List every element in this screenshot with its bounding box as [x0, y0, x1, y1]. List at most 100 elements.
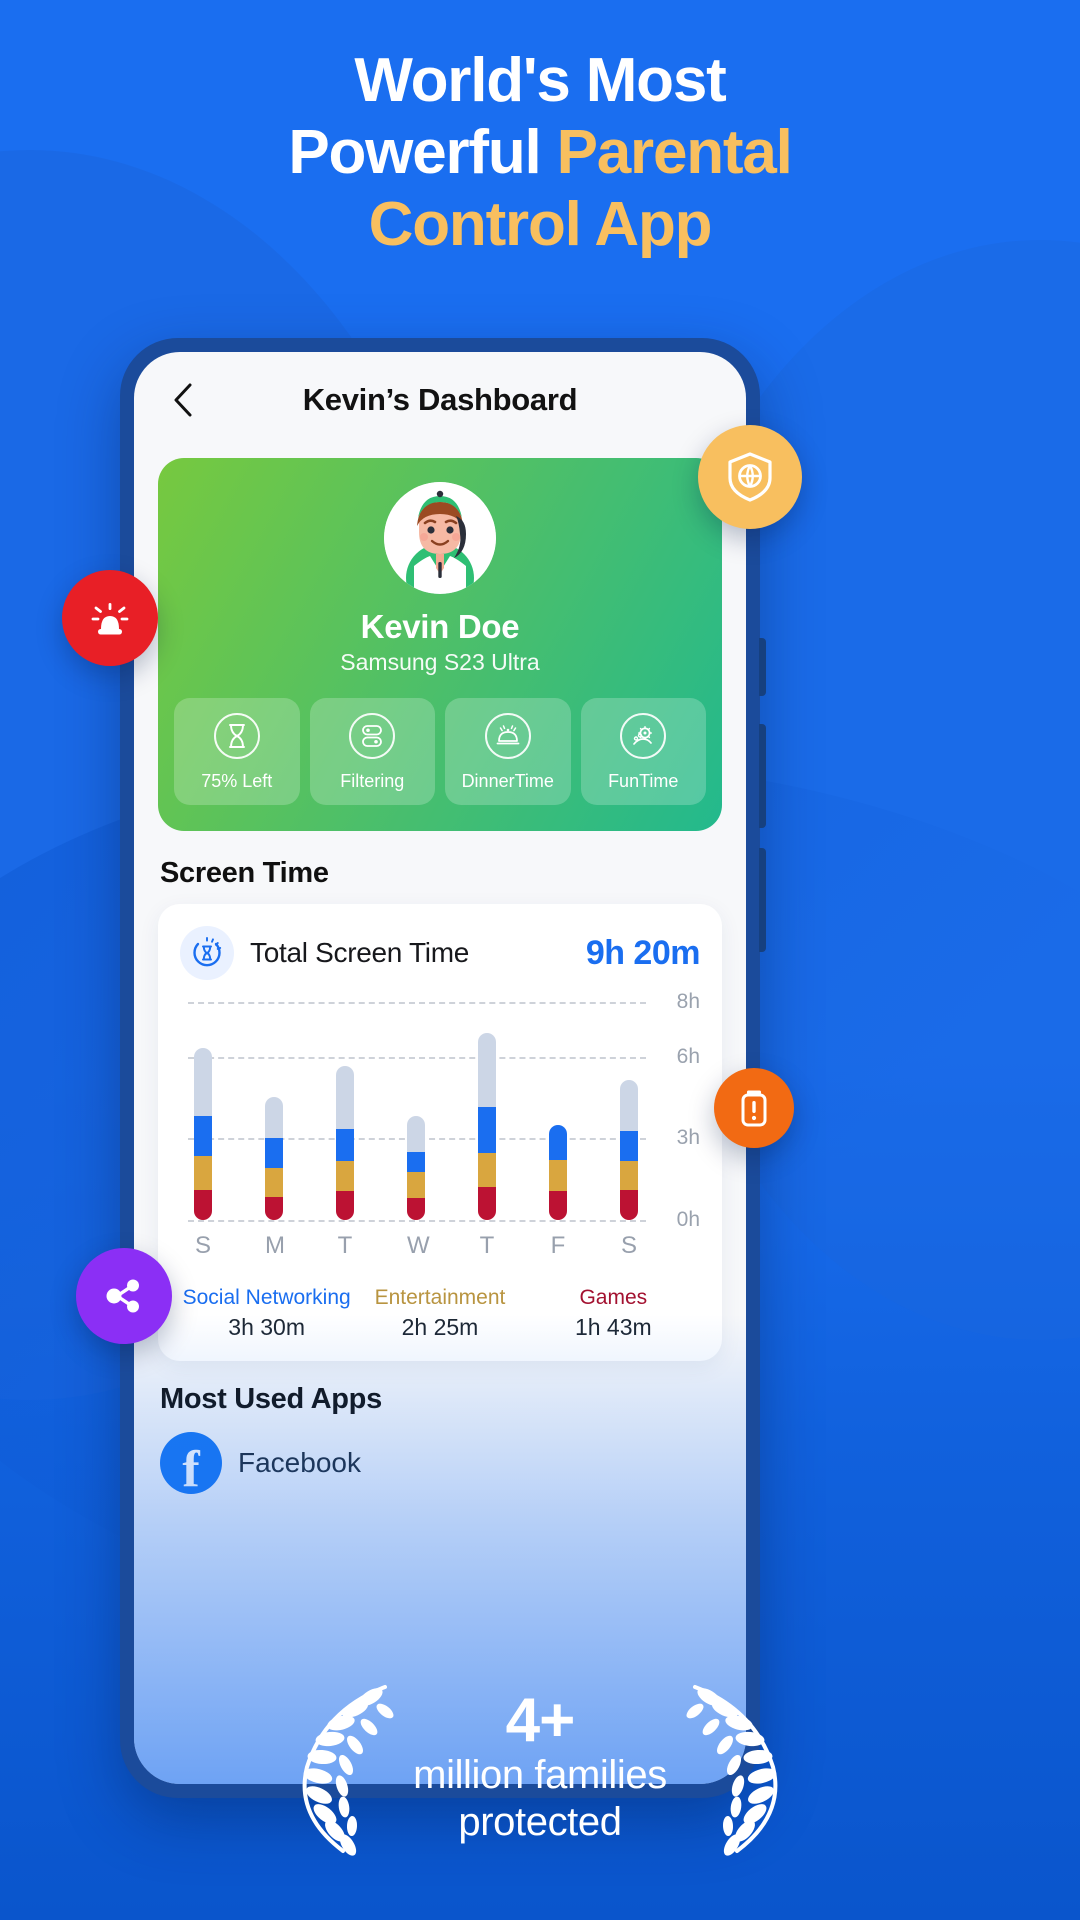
chart-legend-item[interactable]: Social Networking 3h 30m [180, 1286, 353, 1341]
award-number: 4+ [505, 1685, 576, 1755]
chart-bar-segment [265, 1138, 283, 1169]
connection-badge[interactable] [76, 1248, 172, 1344]
award-text: 4+ million families protected [413, 1685, 667, 1847]
tile-funtime[interactable]: FunTime [580, 698, 706, 805]
chart-bar-segment [336, 1066, 354, 1129]
chart-xtick-label: T [337, 1232, 353, 1259]
profile-card[interactable]: Kevin Doe Samsung S23 Ultra 75% Left Fil… [158, 458, 722, 831]
chart-bar-segment [620, 1131, 638, 1162]
award-badge: 4+ million families protected [0, 1675, 1080, 1860]
chart-bar-segment [620, 1079, 638, 1132]
list-item[interactable]: f Facebook [160, 1432, 746, 1494]
award-line-1: million families [413, 1752, 667, 1797]
child-device: Samsung S23 Ultra [340, 649, 540, 675]
chart-xtick-label: M [265, 1232, 285, 1259]
chart-legend-name: Entertainment [374, 1286, 506, 1309]
phone-mockup: Kevin’s Dashboard Kevin Doe Samsung S23 … [120, 338, 766, 1798]
chart-legend: Social Networking 3h 30m Entertainment 2h 2… [180, 1286, 700, 1345]
chart-bar-column [265, 1002, 283, 1220]
phone-button-volume [759, 724, 766, 828]
chart-bar-segment [549, 1191, 567, 1220]
hourglass-timer-icon [180, 926, 234, 980]
tile-label: FunTime [608, 771, 679, 791]
chart-xtick-label: S [620, 1232, 637, 1259]
headline-line-2: Powerful Parental [0, 117, 1080, 189]
screen-time-total-row: Total Screen Time 9h 20m [180, 926, 701, 980]
timer-glyph [193, 937, 222, 967]
laurel-left-icon [302, 1685, 394, 1856]
battery-badge[interactable] [714, 1068, 794, 1148]
share-nodes-icon [106, 1279, 139, 1313]
most-used-apps-title: Most Used Apps [160, 1383, 382, 1415]
chart-bar-segment [478, 1153, 496, 1188]
total-screen-time-label: Total Screen Time [250, 937, 469, 968]
app-name: Facebook [238, 1447, 361, 1478]
chart-ytick-label: 0h [676, 1208, 700, 1231]
avatar [384, 482, 496, 594]
chart-ytick-label: 3h [676, 1126, 700, 1150]
chart-bar-segment [620, 1190, 638, 1220]
chart-ytick-label: 8h [676, 990, 700, 1013]
chart-bar-segment [265, 1196, 283, 1220]
chart-bars [194, 1002, 638, 1220]
alert-siren-badge[interactable] [62, 570, 158, 666]
headline-line-2-accent: Parental [556, 117, 793, 187]
chart-bar-segment [336, 1128, 354, 1162]
chart-gridline [188, 1220, 646, 1222]
boy-avatar-icon [384, 482, 496, 594]
toggles-glyph [362, 725, 383, 747]
chart-bar-segment [478, 1033, 496, 1107]
phone-button-power [759, 848, 766, 952]
dome-glyph [496, 725, 520, 745]
laurel-right-icon [686, 1685, 778, 1856]
web-filter-badge[interactable] [698, 425, 802, 529]
chart-day-labels: SMTWTFS [180, 1220, 700, 1260]
chart-bar-segment [549, 1160, 567, 1192]
chart-bar-segment [407, 1116, 425, 1152]
shield-globe-icon [728, 452, 772, 502]
chart-legend-item[interactable]: Entertainment 2h 25m [353, 1286, 526, 1341]
chart-bar-segment [407, 1151, 425, 1173]
headline-line-2-white: Powerful [288, 117, 557, 187]
chart-bar-segment [478, 1187, 496, 1220]
headline-line-1: World's Most [354, 46, 726, 115]
chart-bar-column [478, 1002, 496, 1220]
chart-bar-segment [336, 1161, 354, 1192]
child-name: Kevin Doe [360, 608, 520, 645]
chart-legend-value: 3h 30m [228, 1314, 306, 1340]
tile-label: 75% Left [201, 771, 273, 791]
chart-legend-item[interactable]: Games 1h 43m [527, 1286, 700, 1341]
chart-ytick-label: 6h [676, 1044, 700, 1068]
hourglass-icon [213, 713, 260, 759]
chart-xtick-label: T [479, 1232, 495, 1259]
chart-bar-column [620, 1002, 638, 1220]
chart-bar-segment [620, 1161, 638, 1191]
chart-bar-segment [194, 1048, 212, 1117]
chart-bar-segment [336, 1191, 354, 1220]
hero-headline: World's Most Powerful Parental Control A… [0, 45, 1080, 261]
screen-time-card[interactable]: Total Screen Time 9h 20m 0h 3h 6h 8h S M T W T F… [158, 904, 722, 1361]
phone-screen: Kevin’s Dashboard Kevin Doe Samsung S23 … [134, 352, 746, 1784]
siren-icon [91, 603, 129, 635]
chart-bar-segment [478, 1106, 496, 1154]
chart-legend-name: Games [579, 1286, 648, 1309]
tile-filtering[interactable]: Filtering [309, 698, 435, 805]
battery-icon [741, 1090, 767, 1127]
app-header: Kevin’s Dashboard [134, 352, 746, 448]
chart-bar-segment [194, 1155, 212, 1191]
screen-time-section-title: Screen Time [160, 857, 329, 889]
chart-bar-segment [194, 1190, 212, 1220]
tile-label: DinnerTime [461, 771, 554, 791]
screen-time-chart: 0h 3h 6h 8h [180, 990, 700, 1231]
chart-legend-value: 2h 25m [401, 1314, 479, 1340]
tile-label: Filtering [340, 771, 405, 791]
chart-bar-column [194, 1002, 212, 1220]
tile-dinnertime[interactable]: DinnerTime [445, 698, 571, 805]
feature-tile-row: 75% Left Filtering DinnerTime FunTime [158, 676, 722, 805]
chart-bar-column [336, 1002, 354, 1220]
phone-button-mute [759, 638, 766, 696]
tile-battery-left[interactable]: 75% Left [174, 698, 300, 805]
headline-line-3: Control App [368, 189, 713, 259]
chart-bar-segment [194, 1116, 212, 1156]
funtime-gear-icon [620, 713, 667, 759]
